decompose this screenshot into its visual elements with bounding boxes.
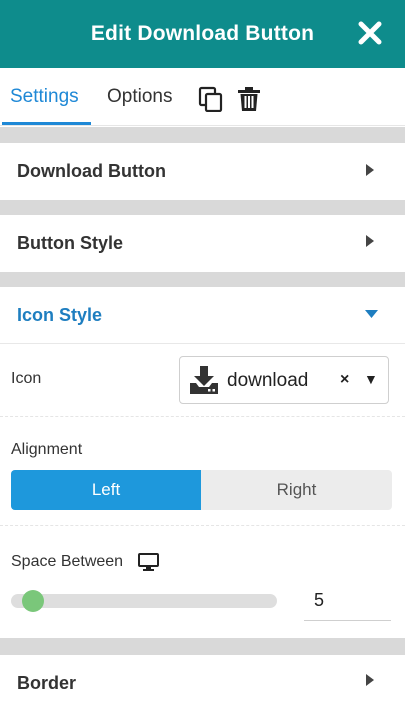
row-divider <box>0 525 405 526</box>
section-divider <box>0 127 405 143</box>
copy-icon[interactable] <box>198 86 224 112</box>
section-divider <box>0 200 405 215</box>
section-header-button-style[interactable]: Button Style <box>0 215 405 272</box>
section-title: Button Style <box>17 233 123 253</box>
caret-down-icon <box>365 310 378 318</box>
space-between-input[interactable] <box>304 580 391 621</box>
section-divider <box>0 272 405 287</box>
close-icon <box>358 21 382 45</box>
chevron-down-icon: ▼ <box>364 371 378 387</box>
alignment-right-button[interactable]: Right <box>201 470 392 510</box>
caret-right-icon <box>366 674 374 686</box>
panel-title: Edit Download Button <box>90 22 315 45</box>
row-divider <box>0 416 405 417</box>
panel-header: Edit Download Button <box>0 0 405 68</box>
space-between-label: Space Between <box>11 553 124 570</box>
section-button-style: Button Style <box>0 215 405 272</box>
section-header-border[interactable]: Border <box>0 655 405 712</box>
alignment-toggle: Left Right <box>11 470 392 510</box>
tab-settings[interactable]: Settings <box>10 68 79 126</box>
alignment-left-button[interactable]: Left <box>11 470 201 510</box>
section-divider <box>0 638 405 655</box>
download-icon <box>190 366 218 394</box>
space-between-slider[interactable] <box>11 594 277 608</box>
tab-options[interactable]: Options <box>107 68 172 126</box>
desktop-icon[interactable] <box>138 553 159 572</box>
icon-select-value: download <box>227 370 309 391</box>
section-border: Border <box>0 655 405 712</box>
trash-icon[interactable] <box>237 86 261 112</box>
section-header-download-button[interactable]: Download Button <box>0 143 405 200</box>
active-tab-indicator <box>2 122 91 125</box>
caret-right-icon <box>366 235 374 247</box>
alignment-label: Alignment <box>11 441 83 458</box>
section-title: Border <box>17 673 77 693</box>
section-title: Icon Style <box>17 305 103 325</box>
section-download-button: Download Button <box>0 143 405 200</box>
icon-label: Icon <box>11 370 42 387</box>
clear-icon[interactable]: × <box>340 371 349 389</box>
caret-right-icon <box>366 164 374 176</box>
section-title: Download Button <box>17 161 166 181</box>
slider-thumb[interactable] <box>22 590 44 612</box>
icon-select[interactable]: download × ▼ <box>179 356 389 404</box>
section-header-icon-style[interactable]: Icon Style <box>0 287 405 344</box>
close-button[interactable] <box>355 16 385 50</box>
